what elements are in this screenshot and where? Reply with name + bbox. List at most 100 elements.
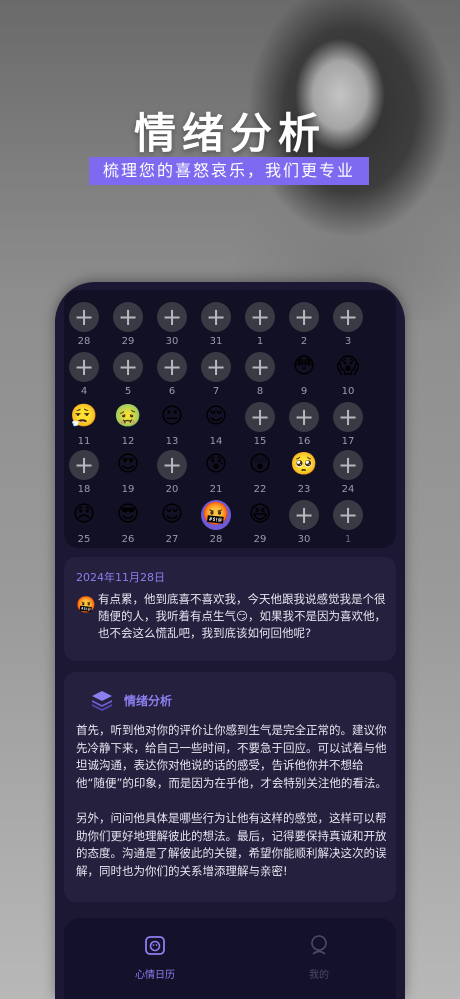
calendar-day-number: 31 bbox=[209, 336, 223, 347]
calendar-day[interactable]: +29 bbox=[106, 302, 150, 348]
calendar-day-number: 25 bbox=[77, 534, 91, 545]
mood-emoji: 😎 bbox=[116, 502, 140, 527]
calendar-day[interactable]: 😰 21 bbox=[194, 450, 238, 496]
tab-profile[interactable]: 我的 bbox=[284, 934, 354, 981]
calendar-day[interactable]: 😱 10 bbox=[326, 352, 370, 398]
calendar-day[interactable]: 😮‍💨 11 bbox=[62, 402, 106, 448]
calendar-day-number: 1 bbox=[344, 534, 352, 545]
calendar-day[interactable]: +20 bbox=[150, 450, 194, 496]
calendar-day[interactable]: 😆 29 bbox=[238, 500, 282, 546]
calendar-day-number: 5 bbox=[124, 386, 132, 397]
calendar-day[interactable]: +5 bbox=[106, 352, 150, 398]
add-mood-icon: + bbox=[245, 352, 275, 382]
add-mood-icon: + bbox=[69, 302, 99, 332]
mood-emoji: 😌 bbox=[160, 502, 184, 527]
mood-emoji: 🥺 bbox=[290, 452, 318, 477]
entry-text: 有点累，他到底喜不喜欢我，今天他跟我说感觉我是个很随便的人，我听着有点生气😏，如… bbox=[98, 592, 386, 640]
mood-emoji: 😳 bbox=[292, 354, 316, 379]
calendar-day-number: 7 bbox=[212, 386, 220, 397]
calendar-day-number: 27 bbox=[165, 534, 179, 545]
calendar-day-number: 19 bbox=[121, 484, 135, 495]
hero-title: 情绪分析 bbox=[133, 109, 326, 158]
add-mood-icon: + bbox=[69, 450, 99, 480]
analysis-paragraph: 另外，问问他具体是哪些行为让他有这样的感觉，这样可以帮助你们更好地理解彼此的想法… bbox=[76, 811, 387, 878]
calendar-day-number: 28 bbox=[209, 534, 223, 545]
calendar-day[interactable]: 😲 22 bbox=[238, 450, 282, 496]
calendar-day[interactable]: +7 bbox=[194, 352, 238, 398]
add-mood-icon: + bbox=[333, 402, 363, 432]
analysis-card: 情绪分析 首先，听到他对你的评价让你感到生气是完全正常的。建议你先冷静下来，给自… bbox=[64, 672, 396, 902]
calendar-day-number: 2 bbox=[300, 336, 308, 347]
calendar-day[interactable]: +28 bbox=[62, 302, 106, 348]
calendar-day-number: 13 bbox=[165, 436, 179, 447]
add-mood-icon: + bbox=[69, 352, 99, 382]
profile-icon bbox=[311, 935, 327, 955]
calendar-day[interactable]: 😌 14 bbox=[194, 402, 238, 448]
calendar-day-number: 1 bbox=[256, 336, 264, 347]
calendar-day-number: 12 bbox=[121, 436, 135, 447]
calendar-day[interactable]: +4 bbox=[62, 352, 106, 398]
add-mood-icon: + bbox=[333, 500, 363, 530]
mood-emoji: 😆 bbox=[248, 502, 272, 527]
calendar-day-number: 20 bbox=[165, 484, 179, 495]
mood-emoji: 🤬 bbox=[201, 500, 231, 530]
hero-subtitle: 梳理您的喜怒哀乐，我们更专业 bbox=[89, 157, 369, 185]
calendar-day[interactable]: +17 bbox=[326, 402, 370, 448]
calendar-day[interactable]: 😌 27 bbox=[150, 500, 194, 546]
calendar-day-number: 18 bbox=[77, 484, 91, 495]
calendar-day[interactable]: +24 bbox=[326, 450, 370, 496]
calendar-day[interactable]: +30 bbox=[282, 500, 326, 546]
add-mood-icon: + bbox=[201, 352, 231, 382]
mood-emoji: 😌 bbox=[204, 404, 228, 429]
calendar-day[interactable]: 😎 26 bbox=[106, 500, 150, 546]
calendar-day-number: 28 bbox=[77, 336, 91, 347]
calendar-day-number: 22 bbox=[253, 484, 267, 495]
mood-emoji: 😰 bbox=[204, 452, 228, 477]
calendar-day[interactable]: +16 bbox=[282, 402, 326, 448]
calendar-day[interactable]: 🥺 23 bbox=[282, 450, 326, 496]
add-mood-icon: + bbox=[333, 450, 363, 480]
calendar-day-number: 29 bbox=[121, 336, 135, 347]
analysis-title: 情绪分析 bbox=[124, 694, 173, 708]
mood-calendar: +28 +29 +30 +31 +1 +2 +3 +4 +5 +6 +7 +8 😳 9 😱 10 😮‍💨 11 🤢 1… bbox=[64, 290, 396, 548]
calendar-day-number: 30 bbox=[297, 534, 311, 545]
calendar-day-number: 30 bbox=[165, 336, 179, 347]
tab-mood-calendar[interactable]: 心情日历 bbox=[120, 934, 190, 981]
calendar-day[interactable]: 🤢 12 bbox=[106, 402, 150, 448]
add-mood-icon: + bbox=[201, 302, 231, 332]
calendar-day-number: 11 bbox=[77, 436, 91, 447]
calendar-day[interactable]: +15 bbox=[238, 402, 282, 448]
calendar-day[interactable]: +30 bbox=[150, 302, 194, 348]
analysis-paragraph: 首先，听到他对你的评价让你感到生气是完全正常的。建议你先冷静下来，给自己一些时间… bbox=[76, 723, 387, 790]
calendar-day[interactable]: +31 bbox=[194, 302, 238, 348]
mood-emoji: 🤢 bbox=[114, 404, 142, 429]
diary-entry-card[interactable]: 2024年11月28日 🤬 有点累，他到底喜不喜欢我，今天他跟我说感觉我是个很随… bbox=[64, 557, 396, 661]
mood-calendar-icon bbox=[145, 936, 165, 955]
add-mood-icon: + bbox=[113, 302, 143, 332]
calendar-day[interactable]: +6 bbox=[150, 352, 194, 398]
calendar-day[interactable]: 🤬 28 bbox=[194, 500, 238, 546]
calendar-day[interactable]: +3 bbox=[326, 302, 370, 348]
calendar-day[interactable]: 😳 9 bbox=[282, 352, 326, 398]
calendar-day[interactable]: 😞 25 bbox=[62, 500, 106, 546]
calendar-day-number: 15 bbox=[253, 436, 267, 447]
calendar-day-number: 10 bbox=[341, 386, 355, 397]
calendar-day[interactable]: 😍 19 bbox=[106, 450, 150, 496]
add-mood-icon: + bbox=[157, 352, 187, 382]
calendar-day[interactable]: +1 bbox=[238, 302, 282, 348]
analysis-body: 首先，听到他对你的评价让你感到生气是完全正常的。建议你先冷静下来，给自己一些时间… bbox=[76, 722, 388, 898]
calendar-day[interactable]: +1 bbox=[326, 500, 370, 546]
calendar-day[interactable]: 😐 13 bbox=[150, 402, 194, 448]
calendar-day-number: 14 bbox=[209, 436, 223, 447]
add-mood-icon: + bbox=[157, 450, 187, 480]
calendar-day-number: 29 bbox=[253, 534, 267, 545]
calendar-day[interactable]: +8 bbox=[238, 352, 282, 398]
add-mood-icon: + bbox=[333, 302, 363, 332]
calendar-day[interactable]: +2 bbox=[282, 302, 326, 348]
layers-icon bbox=[92, 691, 112, 711]
mood-emoji: 😍 bbox=[116, 452, 140, 477]
mood-emoji: 😱 bbox=[336, 354, 360, 379]
calendar-day[interactable]: +18 bbox=[62, 450, 106, 496]
add-mood-icon: + bbox=[289, 500, 319, 530]
mood-emoji: 😲 bbox=[248, 452, 272, 477]
